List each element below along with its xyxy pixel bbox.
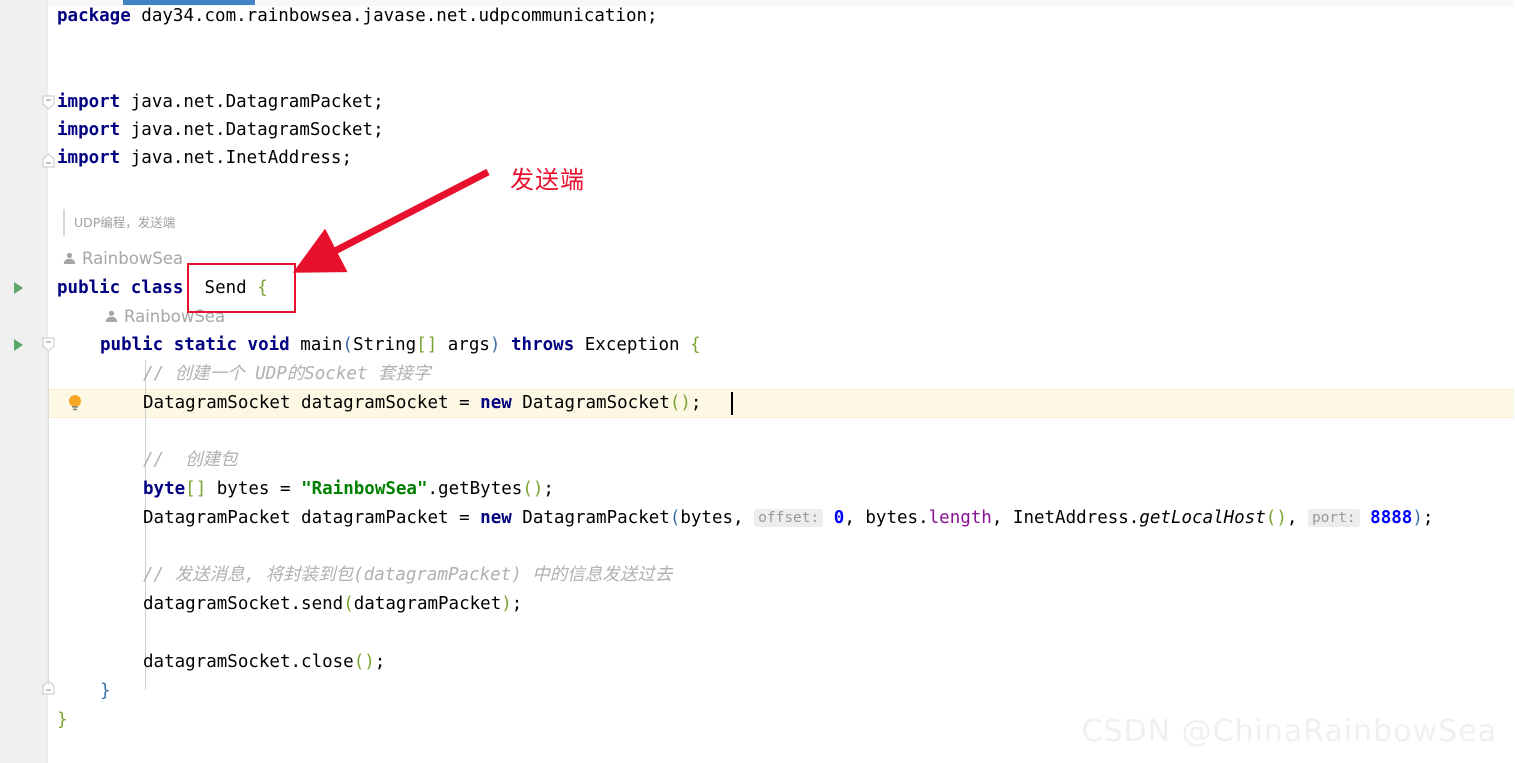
token-brace-close-method: } xyxy=(100,681,111,701)
token-semicolon: ; xyxy=(1422,508,1434,528)
token-keyword-throws: throws xyxy=(511,335,575,355)
token-decl: DatagramPacket datagramPacket = xyxy=(143,508,481,528)
code-line-comment-3[interactable]: // 发送消息, 将封装到包(datagramPacket) 中的信息发送过去 xyxy=(143,561,672,589)
editor-gutter xyxy=(0,0,48,763)
token-keyword-public: public xyxy=(100,335,164,355)
token-param-name: args xyxy=(437,335,490,355)
token-exception-type: Exception xyxy=(574,335,691,355)
watermark-text: CSDN @ChinaRainbowSea xyxy=(1081,714,1497,749)
token-brace-open-method: { xyxy=(690,335,701,355)
token-keyword-byte: byte xyxy=(143,479,186,499)
code-line-stmt-datagrampacket[interactable]: DatagramPacket datagramPacket = new Data… xyxy=(143,504,1433,532)
token-arg-inetaddress: , InetAddress. xyxy=(991,508,1140,528)
code-line-import-2[interactable]: import java.net.DatagramSocket; xyxy=(57,116,384,144)
token-ctor-name: DatagramPacket xyxy=(511,508,670,528)
editor-window: UDP编程，发送端 RainbowSea RainbowSea package … xyxy=(0,0,1515,763)
run-gutter-icon-main[interactable] xyxy=(10,337,26,353)
token-keyword-public: public xyxy=(57,278,121,298)
run-gutter-icon-class[interactable] xyxy=(10,280,26,296)
token-method-name-main: main xyxy=(300,335,343,355)
token-keyword-class: class xyxy=(130,278,184,298)
token-paren-close: ) xyxy=(489,335,501,355)
token-keyword-import: import xyxy=(57,92,121,112)
token-brace-close-class: } xyxy=(57,710,68,730)
token-parens: () xyxy=(522,479,544,499)
token-import-path: java.net.DatagramSocket; xyxy=(120,120,384,140)
code-line-import-1[interactable]: import java.net.DatagramPacket; xyxy=(57,88,384,116)
token-comma: , xyxy=(1286,508,1308,528)
inlay-hint-port[interactable]: port: xyxy=(1307,509,1360,527)
token-import-path: java.net.InetAddress; xyxy=(120,148,353,168)
token-import-path: java.net.DatagramPacket; xyxy=(120,92,384,112)
token-keyword-package: package xyxy=(57,6,131,26)
token-number-port: 8888 xyxy=(1370,508,1413,528)
token-param-type: String xyxy=(352,335,417,355)
token-semicolon: ; xyxy=(374,652,386,672)
code-line-stmt-close[interactable]: datagramSocket.close(); xyxy=(143,648,385,676)
code-line-package[interactable]: package day34.com.rainbowsea.javase.net.… xyxy=(57,2,658,30)
token-ctor-name: DatagramSocket xyxy=(511,393,670,413)
token-semicolon: ; xyxy=(543,479,554,499)
token-call-send: datagramSocket.send xyxy=(143,594,344,614)
annotation-rectangle-send xyxy=(187,263,296,313)
code-line-stmt-send[interactable]: datagramSocket.send(datagramPacket); xyxy=(143,590,522,618)
token-package-path: day34.com.rainbowsea.javase.net.udpcommu… xyxy=(130,6,658,26)
token-var-name: bytes = xyxy=(206,479,302,499)
token-semicolon: ; xyxy=(690,393,702,413)
token-method-getlocalhost: getLocalHost xyxy=(1139,508,1266,528)
code-line-import-3[interactable]: import java.net.InetAddress; xyxy=(57,144,352,172)
token-method-call: .getBytes xyxy=(427,479,523,499)
code-line-method-decl[interactable]: public static void main(String[] args) t… xyxy=(100,331,701,359)
token-field-length: length xyxy=(928,508,992,528)
token-paren-close: ) xyxy=(1412,508,1423,528)
inlay-hint-offset[interactable]: offset: xyxy=(754,509,824,527)
token-parens: () xyxy=(353,652,375,672)
token-comment: // 创建一个 UDP的Socket 套接字 xyxy=(143,364,431,384)
token-comment: // 创建包 xyxy=(143,450,238,470)
token-comment: // 发送消息, 将封装到包(datagramPacket) 中的信息发送过去 xyxy=(143,565,673,585)
annotation-label-sender: 发送端 xyxy=(510,166,585,194)
token-keyword-import: import xyxy=(57,148,121,168)
code-line-stmt-datagramsocket[interactable]: DatagramSocket datagramSocket = new Data… xyxy=(143,389,701,417)
token-paren-open: ( xyxy=(343,594,354,614)
token-arg-bytes: bytes, xyxy=(680,508,755,528)
token-semicolon: ; xyxy=(511,594,523,614)
token-keyword-new: new xyxy=(480,393,512,413)
token-keyword-static: static xyxy=(173,335,237,355)
token-keyword-new: new xyxy=(480,508,512,528)
code-line-comment-1[interactable]: // 创建一个 UDP的Socket 套接字 xyxy=(143,360,431,388)
token-paren-close: ) xyxy=(501,594,512,614)
token-parens: () xyxy=(1265,508,1287,528)
token-paren-open: ( xyxy=(342,335,353,355)
token-array-brackets: [] xyxy=(416,335,438,355)
code-line-stmt-bytes[interactable]: byte[] bytes = "RainbowSea".getBytes(); xyxy=(143,475,554,503)
token-keyword-void: void xyxy=(247,335,290,355)
token-parens: () xyxy=(669,393,691,413)
token-arg-packet: datagramPacket xyxy=(353,594,502,614)
code-line-method-close[interactable]: } xyxy=(100,677,111,705)
code-line-comment-2[interactable]: // 创建包 xyxy=(143,446,238,474)
token-call-close: datagramSocket.close xyxy=(143,652,354,672)
token-number-offset: 0 xyxy=(833,508,845,528)
token-arg-bytes-obj: , bytes. xyxy=(844,508,929,528)
token-paren-open: ( xyxy=(669,508,681,528)
code-area[interactable]: package day34.com.rainbowsea.javase.net.… xyxy=(48,0,1515,763)
token-decl: DatagramSocket datagramSocket = xyxy=(143,393,481,413)
token-keyword-import: import xyxy=(57,120,121,140)
token-array-brackets: [] xyxy=(185,479,207,499)
token-string-literal: "RainbowSea" xyxy=(301,479,428,499)
code-line-class-close[interactable]: } xyxy=(57,706,68,734)
text-caret xyxy=(731,392,733,415)
